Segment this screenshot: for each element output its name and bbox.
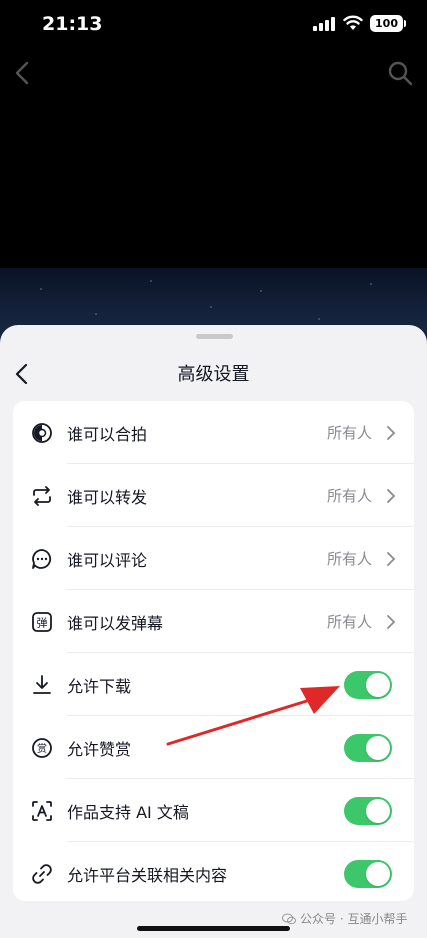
chevron-right-icon	[387, 614, 396, 629]
setting-label: 允许赞赏	[67, 739, 132, 759]
annotation-arrow	[166, 686, 340, 746]
search-icon[interactable]	[387, 60, 413, 86]
setting-label: 谁可以评论	[67, 550, 148, 570]
danmaku-icon: 弹	[32, 611, 52, 632]
setting-row-danmaku[interactable]: 弹 谁可以发弹幕 所有人	[13, 590, 414, 653]
wifi-icon	[343, 15, 363, 30]
svg-text:弹: 弹	[37, 615, 48, 629]
link-icon	[32, 863, 52, 884]
status-time: 21:13	[42, 13, 103, 35]
setting-value: 所有人	[326, 424, 372, 442]
chevron-right-icon	[387, 488, 396, 503]
setting-label: 谁可以合拍	[67, 424, 148, 444]
setting-label: 谁可以发弹幕	[67, 613, 164, 633]
watermark: 公众号 · 互通小帮手	[282, 910, 407, 927]
setting-label: 允许下载	[67, 676, 132, 696]
reward-icon: 赏	[32, 737, 52, 758]
watermark-text: 公众号 · 互通小帮手	[300, 912, 408, 926]
link-related-toggle[interactable]	[344, 859, 392, 888]
repost-icon	[33, 485, 51, 506]
setting-value: 所有人	[326, 550, 372, 568]
setting-label: 谁可以转发	[67, 487, 148, 507]
ai-transcript-icon	[32, 800, 52, 821]
reward-toggle[interactable]	[344, 733, 392, 762]
setting-row-link-related: 允许平台关联相关内容	[13, 842, 414, 901]
setting-row-duet[interactable]: 谁可以合拍 所有人	[13, 401, 414, 464]
duet-icon	[32, 422, 52, 443]
sheet-grabber[interactable]	[196, 334, 233, 339]
wechat-icon	[282, 913, 296, 924]
setting-row-repost[interactable]: 谁可以转发 所有人	[13, 464, 414, 527]
cellular-signal-icon	[313, 17, 335, 31]
home-indicator[interactable]	[137, 926, 290, 931]
sheet-title: 高级设置	[177, 364, 250, 385]
setting-value: 所有人	[326, 613, 372, 631]
comment-icon	[32, 548, 52, 569]
download-toggle[interactable]	[344, 670, 392, 699]
setting-label: 作品支持 AI 文稿	[67, 802, 189, 822]
setting-row-comment[interactable]: 谁可以评论 所有人	[13, 527, 414, 590]
setting-label: 允许平台关联相关内容	[67, 865, 228, 885]
advanced-settings-sheet: 高级设置 谁可以合拍 所有人 谁可以转发 所有人 谁可以评论 所有人 弹 谁可以…	[0, 325, 427, 938]
svg-text:赏: 赏	[37, 743, 47, 755]
setting-value: 所有人	[326, 487, 372, 505]
ai-transcript-toggle[interactable]	[344, 796, 392, 825]
status-bar: 21:13 100	[0, 0, 427, 50]
download-icon	[33, 674, 51, 694]
setting-row-ai-transcript: 作品支持 AI 文稿	[13, 779, 414, 842]
battery-indicator: 100	[370, 15, 406, 32]
settings-card: 谁可以合拍 所有人 谁可以转发 所有人 谁可以评论 所有人 弹 谁可以发弹幕 所…	[13, 401, 414, 901]
chevron-right-icon	[387, 551, 396, 566]
back-arrow-icon[interactable]	[12, 60, 32, 86]
chevron-right-icon	[387, 425, 396, 440]
